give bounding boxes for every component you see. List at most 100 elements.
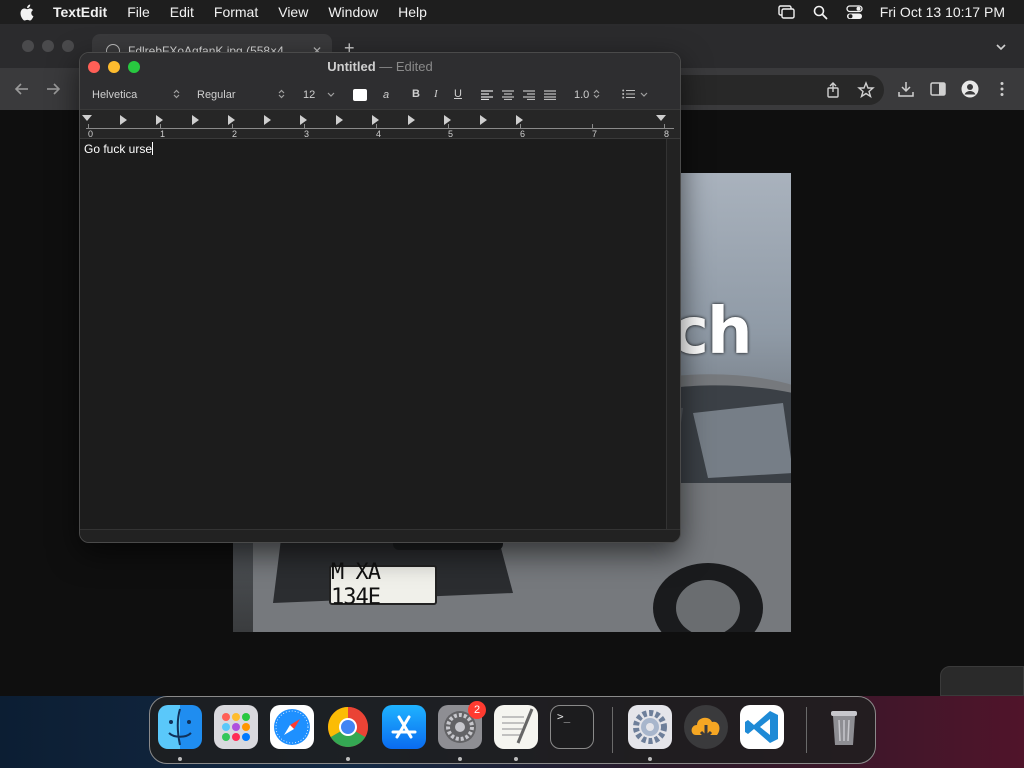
- document-content[interactable]: Go fuck urse: [84, 142, 154, 156]
- font-size-combobox[interactable]: 12: [299, 86, 339, 104]
- apple-icon[interactable]: [19, 4, 35, 20]
- finder-icon: [168, 708, 192, 746]
- tab-stop[interactable]: [480, 115, 487, 125]
- browser-window-controls: [22, 40, 74, 52]
- tab-stop[interactable]: [264, 115, 271, 125]
- menu-bar-clock[interactable]: Fri Oct 13 10:17 PM: [880, 4, 1005, 20]
- ruler-number: 6: [520, 129, 526, 139]
- align-right-icon[interactable]: [523, 90, 535, 101]
- tab-stop[interactable]: [192, 115, 199, 125]
- align-left-icon[interactable]: [481, 90, 493, 101]
- italic-button[interactable]: I: [434, 88, 438, 100]
- profile-avatar-icon[interactable]: [961, 80, 979, 98]
- right-indent-marker[interactable]: [656, 115, 666, 121]
- align-center-icon[interactable]: [502, 90, 514, 101]
- menu-bar: TextEdit File Edit Format View Window He…: [0, 0, 1024, 24]
- launchpad-icon: [222, 713, 250, 741]
- list-style-popup[interactable]: [618, 86, 652, 104]
- menu-window[interactable]: Window: [328, 4, 378, 20]
- tab-stop[interactable]: [120, 115, 127, 125]
- forward-arrow-icon[interactable]: [44, 80, 62, 98]
- download-icon[interactable]: [897, 80, 915, 98]
- font-size-value: 12: [303, 89, 316, 101]
- dock-separator: [806, 707, 807, 753]
- document-text-area[interactable]: Go fuck urse: [80, 139, 666, 529]
- highlight-color-button[interactable]: a: [378, 87, 394, 103]
- font-family-popup[interactable]: Helvetica: [88, 86, 184, 104]
- browser-menu-icon[interactable]: [993, 80, 1011, 98]
- ruler-tick: [448, 124, 449, 128]
- dock-vscode[interactable]: [740, 705, 784, 749]
- menu-format[interactable]: Format: [214, 4, 258, 20]
- dock-textedit[interactable]: [494, 705, 538, 749]
- ruler-number: 0: [88, 129, 94, 139]
- menu-app-name[interactable]: TextEdit: [53, 4, 107, 20]
- screen-mirroring-icon[interactable]: [778, 4, 796, 20]
- running-indicator: [514, 757, 518, 761]
- address-bar[interactable]: [660, 75, 884, 105]
- control-center-icon[interactable]: [846, 4, 864, 20]
- bold-button[interactable]: B: [412, 88, 420, 100]
- dock-app-store[interactable]: [382, 705, 426, 749]
- side-panel-icon[interactable]: [929, 80, 947, 98]
- bulleted-list-icon: [622, 89, 635, 102]
- line-spacing-popup[interactable]: 1.0: [570, 86, 604, 104]
- bookmark-star-icon[interactable]: [857, 81, 875, 99]
- download-icon: [691, 717, 720, 740]
- running-indicator: [346, 757, 350, 761]
- dock-finder[interactable]: [158, 705, 202, 749]
- browser-zoom-button[interactable]: [62, 40, 74, 52]
- tab-stop[interactable]: [408, 115, 415, 125]
- ruler-tick: [592, 124, 593, 128]
- dock-system-preferences[interactable]: [628, 705, 672, 749]
- font-family-value: Helvetica: [92, 89, 138, 101]
- chevron-down-icon: [327, 91, 335, 100]
- document-name[interactable]: Untitled: [327, 59, 375, 74]
- browser-minimize-button[interactable]: [42, 40, 54, 52]
- dock-trash[interactable]: [822, 705, 866, 749]
- ruler-number: 2: [232, 129, 238, 139]
- dock-system-settings[interactable]: 2: [438, 701, 486, 749]
- updown-chevron-icon: [593, 89, 600, 101]
- window-title: Untitled — Edited: [80, 59, 680, 74]
- ruler-number: 7: [592, 129, 598, 139]
- spotlight-search-icon[interactable]: [812, 4, 830, 20]
- ruler-number: 4: [376, 129, 382, 139]
- dock-launchpad[interactable]: [214, 705, 258, 749]
- left-indent-marker[interactable]: [82, 115, 92, 121]
- font-style-popup[interactable]: Regular: [193, 86, 289, 104]
- highlight-glyph: a: [382, 89, 390, 101]
- chevron-down-icon: [640, 91, 648, 100]
- chrome-icon: [328, 707, 368, 747]
- running-indicator: [648, 757, 652, 761]
- ruler-tick: [664, 124, 665, 128]
- tab-search-chevron-icon[interactable]: [994, 40, 1008, 54]
- ruler-tick: [232, 124, 233, 128]
- ruler[interactable]: 0 1 2 3 4 5 6 7 8: [80, 109, 680, 139]
- dock-terminal[interactable]: >_: [550, 705, 594, 749]
- running-indicator: [458, 757, 462, 761]
- textedit-icon: [502, 708, 534, 744]
- line-spacing-value: 1.0: [574, 89, 590, 101]
- menu-file[interactable]: File: [127, 4, 150, 20]
- menu-view[interactable]: View: [278, 4, 308, 20]
- back-arrow-icon[interactable]: [13, 80, 31, 98]
- vertical-scrollbar[interactable]: [666, 139, 680, 529]
- dock-chrome[interactable]: [326, 705, 370, 749]
- license-plate: M XA 134E: [329, 560, 437, 610]
- dock-downloader[interactable]: [684, 705, 728, 749]
- tab-stop[interactable]: [336, 115, 343, 125]
- menu-help[interactable]: Help: [398, 4, 427, 20]
- terminal-icon: >_: [557, 710, 571, 723]
- horizontal-scrollbar[interactable]: [80, 529, 680, 542]
- share-icon[interactable]: [824, 81, 842, 99]
- browser-close-button[interactable]: [22, 40, 34, 52]
- updown-chevron-icon: [173, 89, 180, 101]
- dock-safari[interactable]: [270, 705, 314, 749]
- ruler-tick: [88, 124, 89, 128]
- text-caret: [152, 142, 154, 155]
- underline-button[interactable]: U: [454, 88, 462, 100]
- align-justify-icon[interactable]: [544, 90, 556, 101]
- text-color-swatch[interactable]: [353, 89, 367, 101]
- menu-edit[interactable]: Edit: [170, 4, 194, 20]
